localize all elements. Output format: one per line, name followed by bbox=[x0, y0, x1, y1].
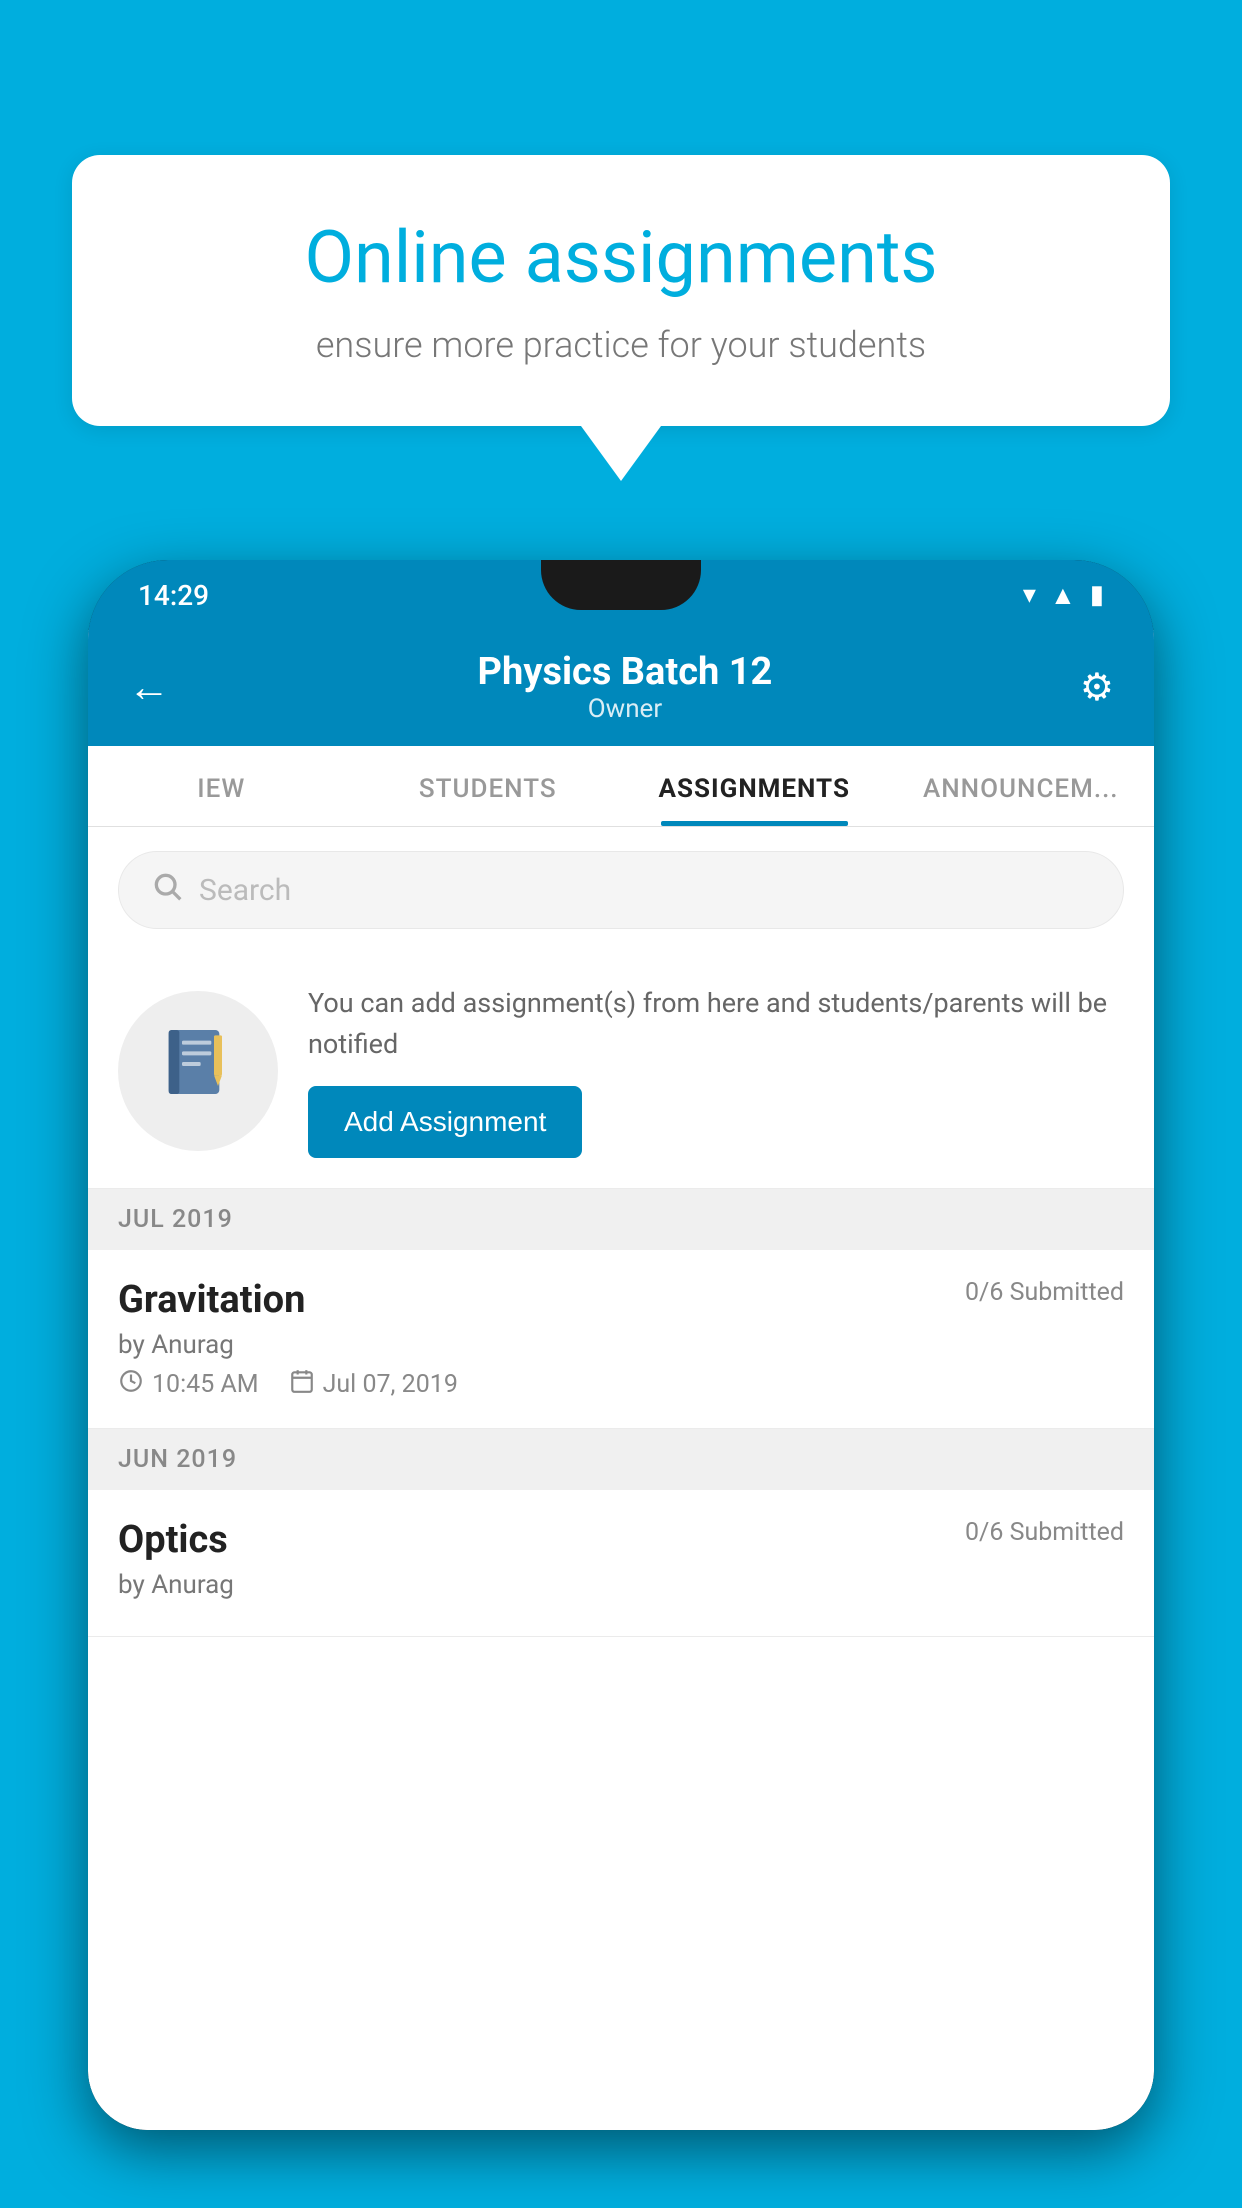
battery-icon: ▮ bbox=[1090, 580, 1104, 610]
notebook-icon bbox=[158, 1022, 238, 1120]
settings-button[interactable]: ⚙ bbox=[1080, 665, 1114, 710]
date-value: Jul 07, 2019 bbox=[323, 1370, 458, 1399]
header-title: Physics Batch 12 bbox=[170, 650, 1080, 694]
speech-bubble-subtitle: ensure more practice for your students bbox=[142, 324, 1100, 366]
assignment-icon-circle bbox=[118, 991, 278, 1151]
calendar-icon bbox=[289, 1368, 315, 1400]
screen-content: Search bbox=[88, 827, 1154, 2130]
speech-bubble-tail bbox=[581, 426, 661, 481]
info-banner: You can add assignment(s) from here and … bbox=[88, 953, 1154, 1189]
search-icon bbox=[151, 870, 183, 910]
assignment-title: Gravitation bbox=[118, 1278, 305, 1322]
app-header: ← Physics Batch 12 Owner ⚙ bbox=[88, 630, 1154, 746]
assignment-date: Jul 07, 2019 bbox=[289, 1368, 458, 1400]
tab-assignments[interactable]: ASSIGNMENTS bbox=[621, 746, 888, 826]
optics-submitted: 0/6 Submitted bbox=[965, 1518, 1124, 1547]
speech-bubble-container: Online assignments ensure more practice … bbox=[72, 155, 1170, 481]
tab-iew[interactable]: IEW bbox=[88, 746, 355, 826]
search-placeholder: Search bbox=[199, 873, 291, 908]
info-text: You can add assignment(s) from here and … bbox=[308, 983, 1124, 1064]
section-header-jun: JUN 2019 bbox=[88, 1429, 1154, 1490]
speech-bubble-title: Online assignments bbox=[142, 215, 1100, 300]
back-button[interactable]: ← bbox=[128, 663, 170, 712]
status-icons: ▾ ▲ ▮ bbox=[1023, 580, 1104, 611]
assignment-time: 10:45 AM bbox=[118, 1368, 259, 1400]
assignment-meta-row: 10:45 AM Jul 07, 201 bbox=[118, 1368, 1124, 1400]
assignment-submitted: 0/6 Submitted bbox=[965, 1278, 1124, 1307]
phone-frame: 14:29 ▾ ▲ ▮ ← Physics Batch 12 Owner ⚙ I… bbox=[88, 560, 1154, 2130]
phone-container: 14:29 ▾ ▲ ▮ ← Physics Batch 12 Owner ⚙ I… bbox=[88, 560, 1154, 2208]
header-title-area: Physics Batch 12 Owner bbox=[170, 650, 1080, 724]
optics-row-top: Optics 0/6 Submitted bbox=[118, 1518, 1124, 1562]
signal-icon: ▲ bbox=[1050, 580, 1076, 611]
info-text-area: You can add assignment(s) from here and … bbox=[308, 983, 1124, 1158]
optics-author: by Anurag bbox=[118, 1570, 1124, 1600]
add-assignment-button[interactable]: Add Assignment bbox=[308, 1086, 582, 1158]
clock-icon bbox=[118, 1368, 144, 1400]
assignment-author: by Anurag bbox=[118, 1330, 1124, 1360]
assignment-item-optics[interactable]: Optics 0/6 Submitted by Anurag bbox=[88, 1490, 1154, 1637]
tab-students[interactable]: STUDENTS bbox=[355, 746, 622, 826]
header-subtitle: Owner bbox=[170, 694, 1080, 724]
assignment-row-top: Gravitation 0/6 Submitted bbox=[118, 1278, 1124, 1322]
assignment-item-gravitation[interactable]: Gravitation 0/6 Submitted by Anurag bbox=[88, 1250, 1154, 1429]
tab-announcements[interactable]: ANNOUNCEM... bbox=[888, 746, 1155, 826]
wifi-icon: ▾ bbox=[1023, 580, 1036, 610]
status-time: 14:29 bbox=[138, 579, 209, 612]
phone-inner: ← Physics Batch 12 Owner ⚙ IEW STUDENTS … bbox=[88, 630, 1154, 2130]
status-bar: 14:29 ▾ ▲ ▮ bbox=[88, 560, 1154, 630]
section-header-jul: JUL 2019 bbox=[88, 1189, 1154, 1250]
optics-title: Optics bbox=[118, 1518, 228, 1562]
speech-bubble: Online assignments ensure more practice … bbox=[72, 155, 1170, 426]
search-bar[interactable]: Search bbox=[118, 851, 1124, 929]
tabs-bar: IEW STUDENTS ASSIGNMENTS ANNOUNCEM... bbox=[88, 746, 1154, 827]
time-value: 10:45 AM bbox=[152, 1370, 259, 1399]
